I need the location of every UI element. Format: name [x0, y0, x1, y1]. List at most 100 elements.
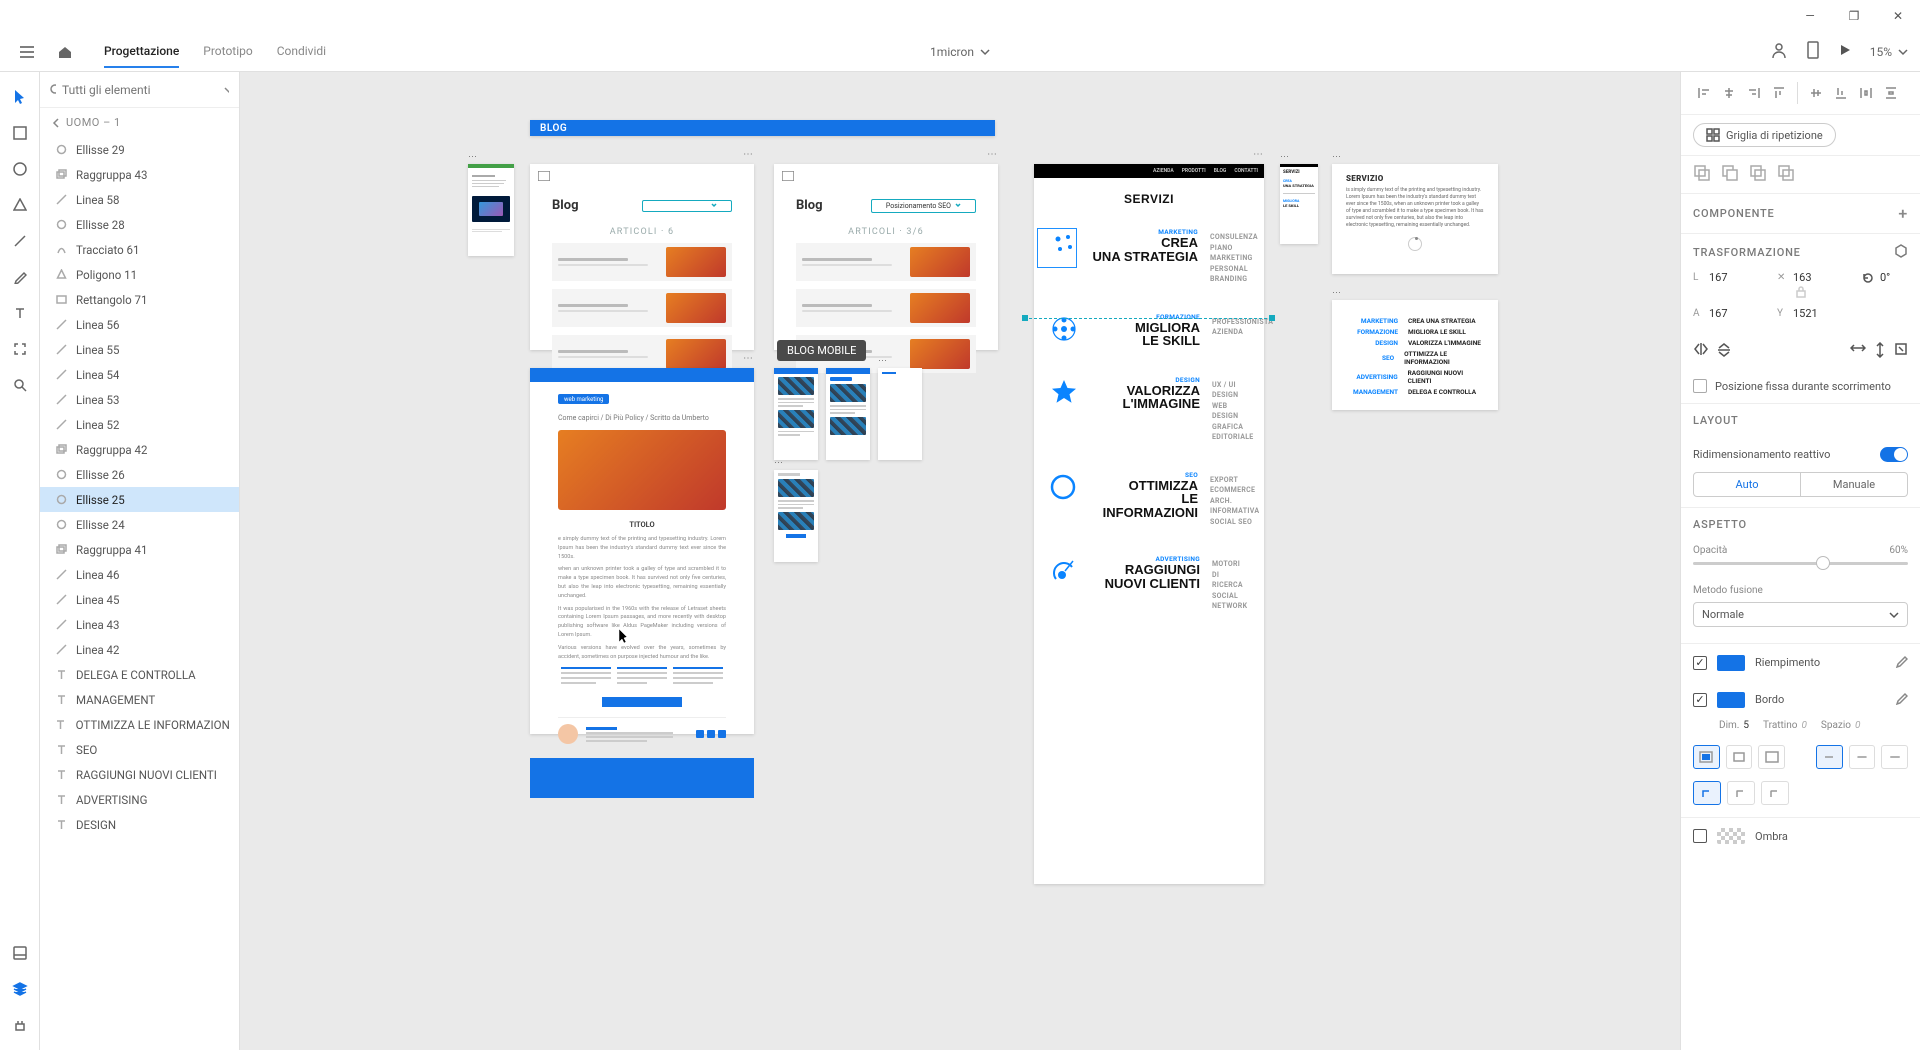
- lock-icon[interactable]: [1693, 286, 1908, 301]
- layer-item[interactable]: Linea 58: [40, 187, 239, 212]
- artboard-servizi[interactable]: ⋯ AZIENDAPRODOTTIBLOGCONTATTI SERVIZI MA…: [1034, 164, 1264, 884]
- opacity-slider[interactable]: [1693, 562, 1908, 565]
- resize-v[interactable]: [1874, 342, 1886, 361]
- artboard-tool[interactable]: [5, 334, 35, 364]
- layer-item[interactable]: DELEGA E CONTROLLA: [40, 662, 239, 687]
- pen-tool[interactable]: [5, 262, 35, 292]
- layer-item[interactable]: Linea 45: [40, 587, 239, 612]
- layers-icon[interactable]: [5, 974, 35, 1004]
- home-icon[interactable]: [50, 37, 80, 67]
- join-bevel[interactable]: [1761, 781, 1789, 805]
- artboard-mini-servizi[interactable]: ⋯ SERVIZI CREA UNA STRATEGIA MIGLIORA LE…: [1280, 164, 1318, 244]
- align-right[interactable]: [1743, 82, 1765, 104]
- align-vcenter[interactable]: [1805, 82, 1827, 104]
- blog-item[interactable]: [796, 243, 976, 281]
- layer-item[interactable]: Rettangolo 71: [40, 287, 239, 312]
- layer-item[interactable]: Linea 54: [40, 362, 239, 387]
- zoom-tool[interactable]: [5, 370, 35, 400]
- stroke-center[interactable]: [1726, 745, 1753, 769]
- width-value[interactable]: 167: [1709, 271, 1759, 284]
- layers-search[interactable]: [62, 83, 218, 97]
- layer-item[interactable]: Linea 55: [40, 337, 239, 362]
- bool-union[interactable]: [1693, 164, 1711, 185]
- play-icon[interactable]: [1838, 43, 1852, 60]
- y-value[interactable]: 1521: [1793, 307, 1843, 320]
- cap-round[interactable]: [1849, 745, 1876, 769]
- eyedropper-icon[interactable]: [1894, 654, 1908, 671]
- artboard-servizio-detail[interactable]: ⋯ SERVIZIO is simply dummy text of the p…: [1332, 164, 1498, 274]
- border-size[interactable]: 5: [1743, 720, 1749, 731]
- artboard-mini-list[interactable]: ⋯ MARKETINGCREA UNA STRATEGIAFORMAZIONEM…: [1332, 300, 1498, 410]
- artboard-mobile-1[interactable]: [774, 368, 818, 460]
- join-round[interactable]: [1727, 781, 1755, 805]
- artboard-thumb-home[interactable]: ⋯: [468, 164, 514, 256]
- layer-item[interactable]: Poligono 11: [40, 262, 239, 287]
- layer-item[interactable]: Ellisse 25: [40, 487, 239, 512]
- border-dash[interactable]: 0: [1801, 720, 1806, 731]
- plugins-icon[interactable]: [5, 1010, 35, 1040]
- layer-item[interactable]: Tracciato 61: [40, 237, 239, 262]
- artboard-blog-header[interactable]: BLOG: [530, 120, 995, 136]
- rotation-value[interactable]: 0°: [1880, 271, 1908, 284]
- layer-item[interactable]: RAGGIUNGI NUOVI CLIENTI: [40, 762, 239, 787]
- document-name[interactable]: 1micron: [930, 45, 990, 59]
- layer-item[interactable]: Linea 42: [40, 637, 239, 662]
- align-top[interactable]: [1768, 82, 1790, 104]
- text-tool[interactable]: [5, 298, 35, 328]
- layer-item[interactable]: Linea 53: [40, 387, 239, 412]
- layout-segment[interactable]: Auto Manuale: [1693, 472, 1908, 497]
- layer-item[interactable]: Linea 56: [40, 312, 239, 337]
- join-miter[interactable]: [1693, 781, 1721, 805]
- fill-swatch[interactable]: [1717, 655, 1745, 671]
- blog-item[interactable]: [796, 289, 976, 327]
- cap-square[interactable]: [1881, 745, 1908, 769]
- opacity-value[interactable]: 60%: [1889, 545, 1908, 556]
- cta-button[interactable]: [602, 697, 682, 707]
- eyedropper-icon[interactable]: [1894, 691, 1908, 708]
- stroke-outer[interactable]: [1758, 745, 1785, 769]
- polygon-tool[interactable]: [5, 190, 35, 220]
- artboard-blog-1[interactable]: ⋯ Blog ARTICOLI · 6: [530, 164, 754, 350]
- align-bottom[interactable]: [1830, 82, 1852, 104]
- artboard-blog-2[interactable]: ⋯ Blog Posizionamento SEO ARTICOLI · 3/6: [774, 164, 998, 350]
- distribute-v[interactable]: [1880, 82, 1902, 104]
- stroke-inner[interactable]: [1693, 745, 1720, 769]
- blend-dropdown[interactable]: Normale: [1693, 602, 1908, 627]
- distribute-h[interactable]: [1855, 82, 1877, 104]
- resize-both[interactable]: [1894, 342, 1908, 361]
- bool-exclude[interactable]: [1777, 164, 1795, 185]
- flip-h[interactable]: [1693, 342, 1709, 361]
- border-swatch[interactable]: [1717, 692, 1745, 708]
- layer-item[interactable]: Ellisse 24: [40, 512, 239, 537]
- blog-filter-pill[interactable]: [642, 200, 732, 212]
- layer-item[interactable]: Linea 46: [40, 562, 239, 587]
- fixed-scroll-checkbox[interactable]: [1693, 379, 1707, 393]
- resize-h[interactable]: [1850, 342, 1866, 361]
- blog-item[interactable]: [552, 289, 732, 327]
- layer-item[interactable]: MANAGEMENT: [40, 687, 239, 712]
- device-icon[interactable]: [1806, 41, 1820, 62]
- tab-design[interactable]: Progettazione: [104, 36, 179, 68]
- cap-butt[interactable]: [1816, 745, 1843, 769]
- layer-item[interactable]: OTTIMIZZA LE INFORMAZIONI: [40, 712, 239, 737]
- artboard-mobile-2[interactable]: ⋯: [826, 368, 870, 460]
- seg-manual[interactable]: Manuale: [1800, 473, 1907, 496]
- canvas[interactable]: BLOG ⋯ ⋯ Blog: [240, 72, 1680, 1050]
- chevron-down-icon[interactable]: [224, 86, 229, 94]
- layer-item[interactable]: Linea 43: [40, 612, 239, 637]
- transform-3d-icon[interactable]: [1894, 244, 1908, 261]
- layer-item[interactable]: Raggruppa 41: [40, 537, 239, 562]
- layer-item[interactable]: Raggruppa 42: [40, 437, 239, 462]
- layer-item[interactable]: DESIGN: [40, 812, 239, 837]
- border-gap[interactable]: 0: [1855, 720, 1860, 731]
- tab-prototype[interactable]: Prototipo: [203, 36, 252, 68]
- profile-icon[interactable]: [1770, 41, 1788, 62]
- layer-item[interactable]: Ellisse 26: [40, 462, 239, 487]
- flip-v[interactable]: [1717, 342, 1731, 361]
- layer-item[interactable]: SEO: [40, 737, 239, 762]
- height-value[interactable]: 167: [1709, 307, 1759, 320]
- shadow-checkbox[interactable]: [1693, 829, 1707, 843]
- window-close[interactable]: ✕: [1884, 4, 1912, 28]
- align-hcenter[interactable]: [1718, 82, 1740, 104]
- window-minimize[interactable]: —: [1796, 4, 1824, 28]
